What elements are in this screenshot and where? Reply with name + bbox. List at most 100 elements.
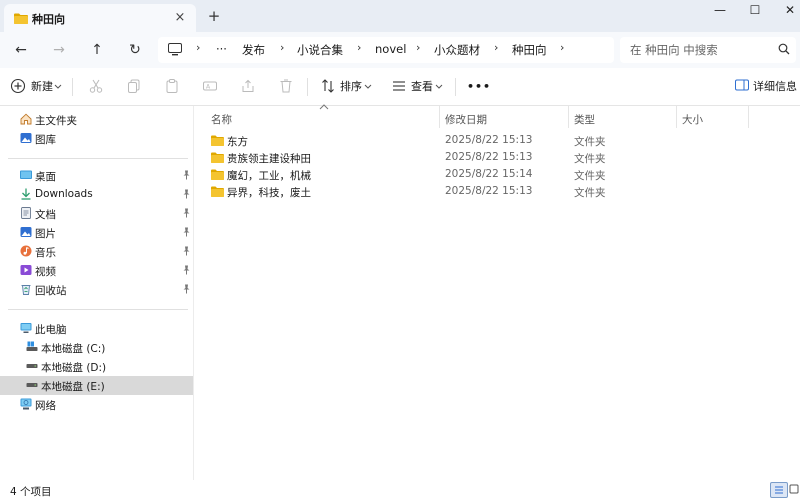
new-button[interactable]: 新建: [31, 77, 53, 97]
pin-icon[interactable]: [182, 227, 191, 240]
plus-circle-icon[interactable]: [10, 78, 28, 96]
details-pane-icon[interactable]: [735, 78, 753, 96]
sidebar-item-videos[interactable]: 视频: [0, 261, 193, 280]
view-icon[interactable]: [391, 78, 409, 96]
column-header-name[interactable]: 名称: [211, 110, 232, 130]
sidebar-item-label: 网络: [35, 400, 56, 412]
maximize-button[interactable]: ☐: [735, 0, 775, 20]
folder-icon: [211, 186, 224, 200]
column-divider[interactable]: [439, 106, 440, 128]
refresh-button[interactable]: ↻: [122, 38, 148, 62]
close-window-button[interactable]: ✕: [770, 0, 800, 20]
copy-icon[interactable]: [126, 78, 144, 96]
more-options-button[interactable]: •••: [467, 77, 491, 97]
sidebar-item-label: 主文件夹: [35, 115, 77, 127]
details-button[interactable]: 详细信息: [753, 77, 797, 97]
hard-drive-icon: [26, 360, 38, 375]
column-header-type[interactable]: 类型: [574, 110, 595, 130]
sidebar-item-desktop[interactable]: 桌面: [0, 166, 193, 185]
sidebar-item-label: 图库: [35, 134, 56, 146]
chevron-down-icon: [435, 80, 453, 98]
column-divider[interactable]: [568, 106, 569, 128]
active-tab[interactable]: 种田向 ×: [4, 4, 196, 32]
pin-icon[interactable]: [182, 170, 191, 183]
breadcrumb-more[interactable]: ···: [216, 42, 227, 56]
toolbar-divider: [307, 78, 308, 96]
sidebar-item-documents[interactable]: 文档: [0, 204, 193, 223]
toolbar-divider: [72, 78, 73, 96]
sidebar-item-downloads[interactable]: Downloads: [0, 185, 193, 204]
new-tab-button[interactable]: +: [204, 6, 224, 26]
search-box[interactable]: [620, 37, 796, 63]
breadcrumb-item[interactable]: 发布: [242, 42, 265, 58]
share-icon[interactable]: [240, 78, 258, 96]
details-view-button[interactable]: [770, 482, 788, 498]
sidebar-item-label: 此电脑: [35, 324, 67, 336]
sort-button[interactable]: 排序: [340, 77, 362, 97]
sidebar-item-network[interactable]: 网络: [0, 395, 193, 414]
cut-icon[interactable]: [88, 78, 106, 96]
view-button[interactable]: 查看: [411, 77, 433, 97]
sidebar-item-this-pc[interactable]: 此电脑: [0, 319, 193, 338]
paste-icon[interactable]: [164, 78, 182, 96]
pin-icon[interactable]: [182, 189, 191, 202]
search-input[interactable]: [630, 41, 770, 59]
hard-drive-icon: [26, 379, 38, 394]
sidebar-item-label: 文档: [35, 209, 56, 221]
rename-icon[interactable]: A: [202, 78, 220, 96]
file-row[interactable]: 东方 2025/8/22 15:13 文件夹: [207, 132, 792, 149]
delete-icon[interactable]: [278, 78, 296, 96]
column-header-modified[interactable]: 修改日期: [445, 110, 487, 130]
column-divider[interactable]: [748, 106, 749, 128]
sidebar-item-drive-c[interactable]: 本地磁盘 (C:): [0, 338, 193, 357]
file-name: 异界，科技，废土: [227, 187, 311, 199]
sidebar-item-label: 本地磁盘 (C:): [41, 343, 106, 355]
minimize-button[interactable]: —: [700, 0, 740, 20]
tab-close-button[interactable]: ×: [170, 8, 190, 28]
file-row[interactable]: 魔幻，工业，机械 2025/8/22 15:14 文件夹: [207, 166, 792, 183]
computer-icon: [168, 43, 182, 59]
sidebar-item-home[interactable]: 主文件夹: [0, 110, 193, 129]
download-icon: [20, 188, 32, 203]
breadcrumb-item[interactable]: 小说合集: [297, 42, 343, 58]
sidebar-divider: [8, 158, 188, 159]
sidebar-item-gallery[interactable]: 图库: [0, 129, 193, 148]
column-header-size[interactable]: 大小: [682, 110, 703, 130]
sort-icon[interactable]: [320, 78, 338, 96]
column-divider[interactable]: [676, 106, 677, 128]
up-button[interactable]: ↑: [84, 38, 110, 62]
sort-ascending-icon: [319, 103, 329, 112]
file-row[interactable]: 异界，科技，废土 2025/8/22 15:13 文件夹: [207, 183, 792, 200]
pin-icon[interactable]: [182, 246, 191, 259]
file-modified: 2025/8/22 15:14: [445, 168, 533, 180]
sidebar-item-label: 音乐: [35, 247, 56, 259]
file-modified: 2025/8/22 15:13: [445, 151, 533, 163]
tab-title: 种田向: [32, 13, 65, 26]
navigation-pane: 主文件夹 图库 桌面 Downloads 文档 图片 音乐 视频 回收站 此电脑…: [0, 106, 194, 480]
chevron-down-icon: [364, 80, 382, 98]
sidebar-item-drive-d[interactable]: 本地磁盘 (D:): [0, 357, 193, 376]
sidebar-item-drive-e[interactable]: 本地磁盘 (E:): [0, 376, 193, 395]
forward-button[interactable]: →: [46, 38, 72, 62]
pin-icon[interactable]: [182, 265, 191, 278]
breadcrumb-item[interactable]: 小众题材: [434, 42, 480, 58]
status-bar: 4 个项目: [0, 480, 800, 500]
sidebar-item-label: 桌面: [35, 171, 56, 183]
folder-icon: [211, 169, 224, 183]
pin-icon[interactable]: [182, 284, 191, 297]
breadcrumb-item[interactable]: novel: [375, 42, 406, 56]
tiles-view-button[interactable]: [788, 482, 800, 498]
breadcrumb-separator: ›: [357, 41, 362, 54]
command-bar: 新建 A 排序 查看 ••• 详细信息: [0, 68, 800, 106]
search-icon[interactable]: [778, 43, 790, 58]
address-bar[interactable]: › ··· 发布 › 小说合集 › novel › 小众题材 › 种田向 ›: [158, 37, 614, 63]
document-icon: [20, 207, 32, 222]
back-button[interactable]: ←: [8, 38, 34, 62]
file-row[interactable]: 贵族领主建设种田 2025/8/22 15:13 文件夹: [207, 149, 792, 166]
sidebar-item-label: 视频: [35, 266, 56, 278]
pin-icon[interactable]: [182, 208, 191, 221]
breadcrumb-item[interactable]: 种田向: [512, 42, 547, 58]
sidebar-item-recycle-bin[interactable]: 回收站: [0, 280, 193, 299]
sidebar-item-music[interactable]: 音乐: [0, 242, 193, 261]
sidebar-item-pictures[interactable]: 图片: [0, 223, 193, 242]
